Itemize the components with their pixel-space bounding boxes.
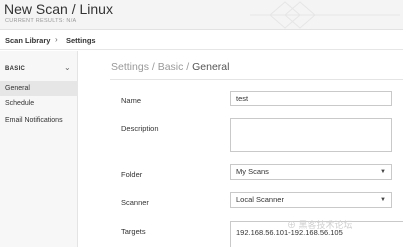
section-path: Settings / Basic / — [111, 61, 193, 73]
settings-sidebar: BASIC ⌄ General Schedule Email Notificat… — [0, 51, 78, 247]
folder-select[interactable]: My Scans ▼ — [230, 164, 392, 180]
scanner-select-value: Local Scanner — [236, 195, 284, 204]
breadcrumb-separator: › — [55, 35, 58, 44]
page-header: New Scan / Linux CURRENT RESULTS: N/A — [0, 0, 403, 30]
breadcrumb-settings: Settings — [66, 36, 96, 45]
section-divider — [110, 79, 403, 80]
current-results-label: CURRENT RESULTS: N/A — [5, 18, 77, 24]
description-field[interactable] — [230, 118, 392, 152]
section-current: General — [192, 61, 230, 73]
name-field[interactable]: test — [230, 91, 392, 106]
sidebar-item-email-notifications[interactable]: Email Notifications — [0, 113, 78, 128]
header-decoration — [250, 1, 400, 29]
folder-select-value: My Scans — [236, 167, 269, 176]
watermark-logo: ⊕ 黑客技术论坛 — [287, 220, 353, 230]
sidebar-section-basic[interactable]: BASIC — [5, 66, 25, 72]
breadcrumb: Scan Library › Settings — [0, 30, 403, 50]
targets-label: Targets — [121, 227, 146, 236]
breadcrumb-scan-library[interactable]: Scan Library — [5, 36, 50, 45]
sidebar-item-schedule[interactable]: Schedule — [0, 96, 78, 111]
dropdown-arrow-icon: ▼ — [380, 197, 386, 203]
dropdown-arrow-icon: ▼ — [380, 169, 386, 175]
description-label: Description — [121, 124, 159, 133]
scanner-select[interactable]: Local Scanner ▼ — [230, 192, 392, 208]
chevron-down-icon[interactable]: ⌄ — [64, 63, 71, 72]
page-title: New Scan / Linux — [4, 1, 113, 17]
section-heading: Settings / Basic / General — [111, 61, 229, 73]
scanner-label: Scanner — [121, 198, 149, 207]
folder-label: Folder — [121, 170, 143, 179]
name-label: Name — [121, 96, 142, 105]
sidebar-item-general[interactable]: General — [0, 81, 78, 96]
